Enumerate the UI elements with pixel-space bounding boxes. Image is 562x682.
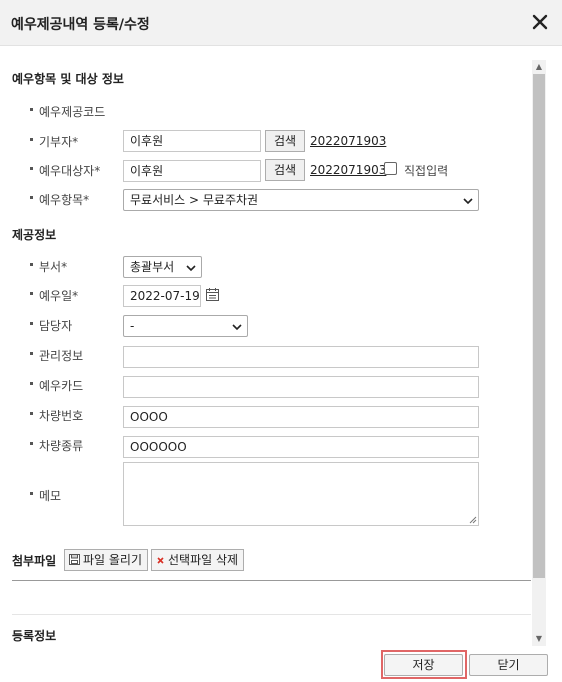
row-manager: 담당자 -: [0, 314, 532, 337]
bullet-icon: [30, 196, 33, 199]
row-card: 예우카드: [0, 374, 532, 398]
delete-file-button[interactable]: 선택파일 삭제: [151, 549, 245, 571]
direct-input-checkbox[interactable]: [384, 162, 397, 175]
row-car-no: 차량번호 OOOO: [0, 404, 532, 428]
target-input[interactable]: 이후원: [123, 160, 261, 182]
upload-file-button[interactable]: 파일 올리기: [64, 549, 149, 571]
upload-file-label: 파일 올리기: [83, 553, 143, 567]
row-code: 예우제공코드: [0, 100, 532, 122]
bullet-icon: [30, 322, 33, 325]
target-label: 예우대상자*: [39, 164, 101, 178]
section-title-target-info: 예우항목 및 대상 정보: [12, 72, 124, 86]
dialog-titlebar: 예우제공내역 등록/수정: [0, 0, 562, 46]
direct-input-label: 직접입력: [404, 164, 449, 178]
delete-x-icon: [156, 551, 165, 571]
dialog-body: 예우항목 및 대상 정보 예우제공코드 기부자* 이후원 검색 20220719…: [0, 58, 548, 646]
item-label: 예우항목*: [39, 193, 90, 207]
target-search-button[interactable]: 검색: [265, 159, 305, 181]
target-id-link[interactable]: 2022071903: [310, 163, 386, 177]
scroll-down-icon[interactable]: ▼: [532, 632, 546, 646]
divider: [12, 580, 531, 581]
row-car-type: 차량종류 OOOOOO: [0, 434, 532, 458]
dialog-title: 예우제공내역 등록/수정: [11, 17, 150, 33]
vertical-scrollbar[interactable]: ▲ ▼: [532, 60, 546, 646]
divider: [12, 614, 531, 615]
row-mgmt: 관리정보: [0, 344, 532, 368]
mgmt-input[interactable]: [123, 346, 479, 368]
mgmt-label: 관리정보: [39, 349, 84, 363]
close-button[interactable]: 닫기: [469, 654, 548, 676]
row-target: 예우대상자* 이후원 검색 2022071903 직접입력: [0, 159, 532, 182]
dept-label: 부서*: [39, 260, 68, 274]
dept-select[interactable]: 총괄부서: [123, 256, 202, 278]
attachments-title: 첨부파일: [12, 554, 57, 568]
bullet-icon: [30, 263, 33, 266]
donor-id-link[interactable]: 2022071903: [310, 134, 386, 148]
row-item: 예우항목* 무료서비스 > 무료주차권: [0, 188, 532, 211]
row-dept: 부서* 총괄부서: [0, 255, 532, 278]
chevron-down-icon: [232, 324, 242, 331]
bullet-icon: [30, 412, 33, 415]
manager-select[interactable]: -: [123, 315, 248, 337]
save-button[interactable]: 저장: [384, 654, 463, 676]
donor-input[interactable]: 이후원: [123, 130, 261, 152]
row-date: 예우일* 2022-07-19: [0, 284, 532, 307]
manager-select-value: -: [130, 319, 135, 333]
bullet-icon: [30, 492, 33, 495]
car-no-input[interactable]: OOOO: [123, 406, 479, 428]
memo-textarea[interactable]: [123, 462, 479, 526]
car-no-label: 차량번호: [39, 409, 84, 423]
bullet-icon: [30, 442, 33, 445]
dept-select-value: 총괄부서: [130, 260, 175, 274]
calendar-icon[interactable]: [205, 287, 220, 302]
row-donor: 기부자* 이후원 검색 2022071903: [0, 130, 532, 152]
manager-label: 담당자: [39, 319, 73, 333]
date-input[interactable]: 2022-07-19: [123, 285, 201, 307]
code-label: 예우제공코드: [39, 105, 106, 119]
bullet-icon: [30, 108, 33, 111]
date-label: 예우일*: [39, 289, 79, 303]
donor-label: 기부자*: [39, 135, 79, 149]
section-title-provide-info: 제공정보: [12, 228, 57, 242]
car-type-label: 차량종류: [39, 439, 84, 453]
resize-grip-icon[interactable]: [468, 515, 477, 524]
delete-file-label: 선택파일 삭제: [168, 553, 239, 567]
bullet-icon: [30, 167, 33, 170]
donor-search-button[interactable]: 검색: [265, 130, 305, 152]
scrollbar-thumb[interactable]: [533, 74, 545, 578]
chevron-down-icon: [186, 265, 196, 272]
scroll-up-icon[interactable]: ▲: [532, 60, 546, 74]
item-select[interactable]: 무료서비스 > 무료주차권: [123, 189, 479, 211]
bullet-icon: [30, 382, 33, 385]
item-select-value: 무료서비스 > 무료주차권: [130, 193, 259, 207]
card-label: 예우카드: [39, 379, 84, 393]
floppy-icon: [69, 551, 80, 571]
chevron-down-icon: [463, 198, 473, 205]
card-input[interactable]: [123, 376, 479, 398]
memo-label: 메모: [39, 489, 62, 503]
car-type-input[interactable]: OOOOOO: [123, 436, 479, 458]
close-icon[interactable]: [530, 12, 550, 32]
bullet-icon: [30, 138, 33, 141]
bullet-icon: [30, 352, 33, 355]
section-title-registration-info: 등록정보: [12, 629, 57, 643]
bullet-icon: [30, 292, 33, 295]
